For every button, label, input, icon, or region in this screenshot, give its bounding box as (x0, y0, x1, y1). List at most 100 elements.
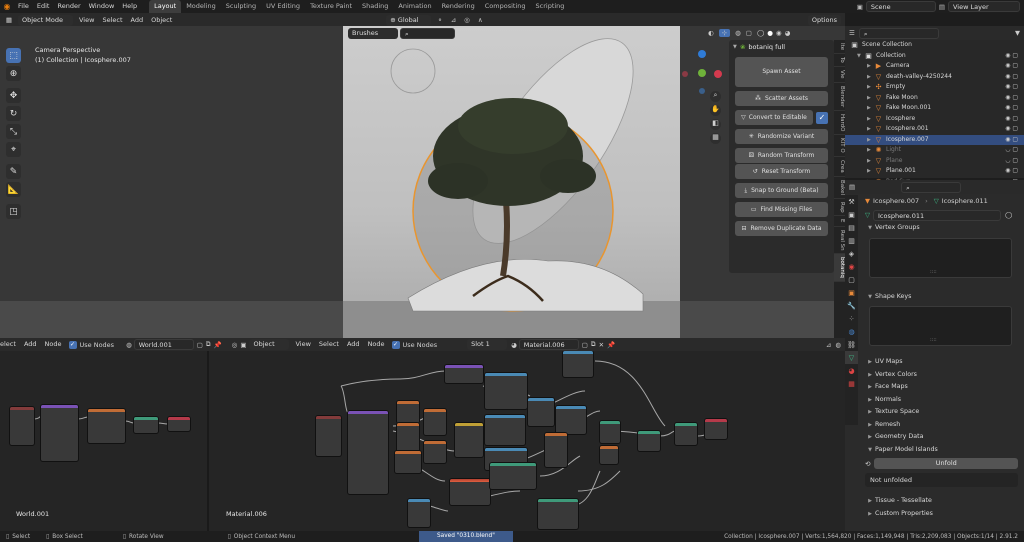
outliner-type-icon[interactable]: ☰ (849, 29, 855, 37)
material-shading-icon[interactable]: ◉ (776, 29, 782, 37)
node-mat-displacement[interactable] (675, 423, 697, 445)
eye-icon[interactable]: ◉ ▢ (1005, 93, 1018, 104)
material-shield-icon[interactable]: ▢ (582, 341, 588, 349)
scale-tool-icon[interactable]: ⤡ (6, 124, 21, 139)
world-pin-icon[interactable]: 📌 (214, 341, 222, 349)
sidetab-kitops[interactable]: KIT O (834, 135, 845, 158)
use-nodes2-checkbox[interactable]: ✓ (391, 340, 400, 349)
tab-shading[interactable]: Shading (357, 0, 393, 13)
collection-tab-icon[interactable]: ▢ (845, 273, 858, 286)
transform-tool-icon[interactable]: ⌖ (6, 142, 21, 157)
node-mat-math-1[interactable] (424, 409, 446, 435)
expand-caret-icon[interactable]: ▶ (867, 124, 875, 135)
tool-tab-icon[interactable]: ⚒ (845, 195, 858, 208)
graph-icon[interactable]: ∧ (478, 16, 483, 24)
node-menu-node[interactable]: Node (41, 338, 66, 351)
material-pin-icon[interactable]: 📌 (607, 341, 615, 349)
node2-menu-add[interactable]: Add (343, 338, 364, 351)
vertex-groups-grip-icon[interactable]: :::: (930, 269, 937, 275)
expand-caret-icon[interactable]: ▶ (867, 135, 875, 146)
node-mat-add-shader[interactable] (638, 431, 660, 451)
convert-to-editable-button[interactable]: ▽ Convert to Editable (735, 110, 813, 125)
find-missing-files-button[interactable]: ▭ Find Missing Files (735, 202, 828, 217)
node-texture-coordinate[interactable] (10, 407, 34, 445)
tab-compositing[interactable]: Compositing (480, 0, 531, 13)
outliner-item[interactable]: ▶ ▽ Plane.001 ◉ ▢ (845, 166, 1024, 177)
scene-icon[interactable]: ▣ (857, 3, 863, 11)
expand-caret-icon[interactable]: ▶ (867, 156, 875, 167)
sidetab-bakelab[interactable]: Bakel (834, 177, 845, 199)
world-field[interactable]: World.001 (133, 339, 194, 350)
render-tab-icon[interactable]: ▣ (845, 208, 858, 221)
node-mat-ramp-6[interactable] (490, 463, 536, 489)
prop-section[interactable]: ▶ UV Maps (865, 356, 1024, 369)
node-mat-ramp-5[interactable] (450, 479, 490, 505)
proportional-icon[interactable]: ◎ (464, 16, 470, 24)
node-world-output[interactable] (168, 417, 190, 431)
editor-type-icon[interactable]: ▦ (0, 16, 18, 24)
eye-icon[interactable]: ◉ ▢ (1005, 166, 1018, 177)
node-mat-ramp-3[interactable] (556, 406, 586, 434)
sidetab-hardops[interactable]: HardO (834, 111, 845, 136)
node-mat-value[interactable] (395, 451, 421, 473)
node-mat-ramp-1[interactable] (485, 415, 525, 445)
vp-menu-select[interactable]: Select (98, 14, 126, 27)
material-field[interactable]: Material.006 (518, 339, 579, 350)
node-menu-add[interactable]: Add (20, 338, 41, 351)
output-tab-icon[interactable]: ▤ (845, 221, 858, 234)
orientation-select[interactable]: ⊕ Global (386, 14, 432, 26)
node2-menu-node[interactable]: Node (364, 338, 389, 351)
add-cube-tool-icon[interactable]: ◳ (6, 204, 21, 219)
data-tab-icon[interactable]: ▽ (845, 351, 858, 364)
node-sky-texture[interactable] (41, 405, 78, 461)
modifier-tab-icon[interactable]: 🔧 (845, 299, 858, 312)
node-menu-select[interactable]: elect (0, 338, 20, 351)
tab-layout[interactable]: Layout (149, 0, 182, 13)
node2-menu-select[interactable]: Select (315, 338, 343, 351)
navigation-gizmo[interactable] (680, 46, 725, 96)
node-mat-image-2[interactable] (538, 499, 578, 529)
sidetab-botaniq[interactable]: botaniq (834, 254, 845, 283)
rendered-shading-icon[interactable]: ◕ (785, 29, 791, 37)
node-editor-type-icon[interactable]: ◎ (232, 341, 238, 349)
material-close-icon[interactable]: ✕ (599, 341, 604, 349)
outliner-item[interactable]: ▶ ▽ death-valley-4250244 ◉ ▢ (845, 72, 1024, 83)
expand-caret-icon[interactable]: ▶ (867, 166, 875, 177)
world-icon[interactable]: ◍ (126, 341, 132, 349)
shape-keys-grip-icon[interactable]: :::: (930, 337, 937, 343)
brushes-dropdown[interactable]: Brushes (348, 28, 398, 39)
tab-modeling[interactable]: Modeling (181, 0, 221, 13)
tab-scripting[interactable]: Scripting (531, 0, 570, 13)
expand-caret-icon[interactable]: ▶ (867, 61, 875, 72)
annotate-tool-icon[interactable]: ✎ (6, 164, 21, 179)
zoom-icon[interactable]: ⌕ (710, 91, 721, 102)
outliner-item[interactable]: ▶ ▽ Icosphere.007 ◉ ▢ (845, 134, 1024, 146)
move-tool-icon[interactable]: ✥ (6, 88, 21, 103)
node-background[interactable] (134, 417, 158, 433)
snap-to-ground-button[interactable]: ⤓ Snap to Ground (Beta) (735, 183, 828, 198)
vp-menu-object[interactable]: Object (147, 14, 176, 27)
rotate-tool-icon[interactable]: ↻ (6, 106, 21, 121)
expand-caret-icon[interactable]: ▶ (867, 93, 875, 104)
outliner-search[interactable]: ⌕ (858, 27, 939, 39)
menu-window[interactable]: Window (85, 0, 119, 13)
object-tab-icon[interactable]: ▣ (845, 286, 858, 299)
node2-menu-view[interactable]: View (291, 338, 314, 351)
properties-type-icon[interactable]: ▤ (849, 183, 855, 191)
outliner-item[interactable]: ▶ ▽ Fake Moon.001 ◉ ▢ (845, 103, 1024, 114)
node-mat-mix-shader[interactable] (600, 421, 620, 443)
prop-section[interactable]: ▼ Paper Model Islands (865, 444, 1024, 457)
menu-file[interactable]: File (14, 0, 33, 13)
constraints-tab-icon[interactable]: ⛓ (845, 338, 858, 351)
node-mat-mapping[interactable] (397, 401, 419, 423)
3d-viewport[interactable]: Camera Perspective (1) Collection | Icos… (0, 26, 845, 338)
expand-caret-icon[interactable]: ▼ (857, 51, 865, 62)
material-tab-icon[interactable]: ◕ (845, 364, 858, 377)
node-mat-principled[interactable] (348, 411, 388, 494)
convert-checkbox[interactable]: ✓ (816, 111, 828, 124)
eye-icon[interactable]: ◉ ▢ (1005, 124, 1018, 135)
reset-transform-button[interactable]: ↺ Reset Transform (735, 164, 828, 179)
outliner-item[interactable]: ▶ ▽ Plane ◡ ▢ (845, 156, 1024, 167)
cursor-tool-icon[interactable]: ⊕ (6, 66, 21, 81)
unfold-icon[interactable]: ⟲ (865, 460, 870, 468)
